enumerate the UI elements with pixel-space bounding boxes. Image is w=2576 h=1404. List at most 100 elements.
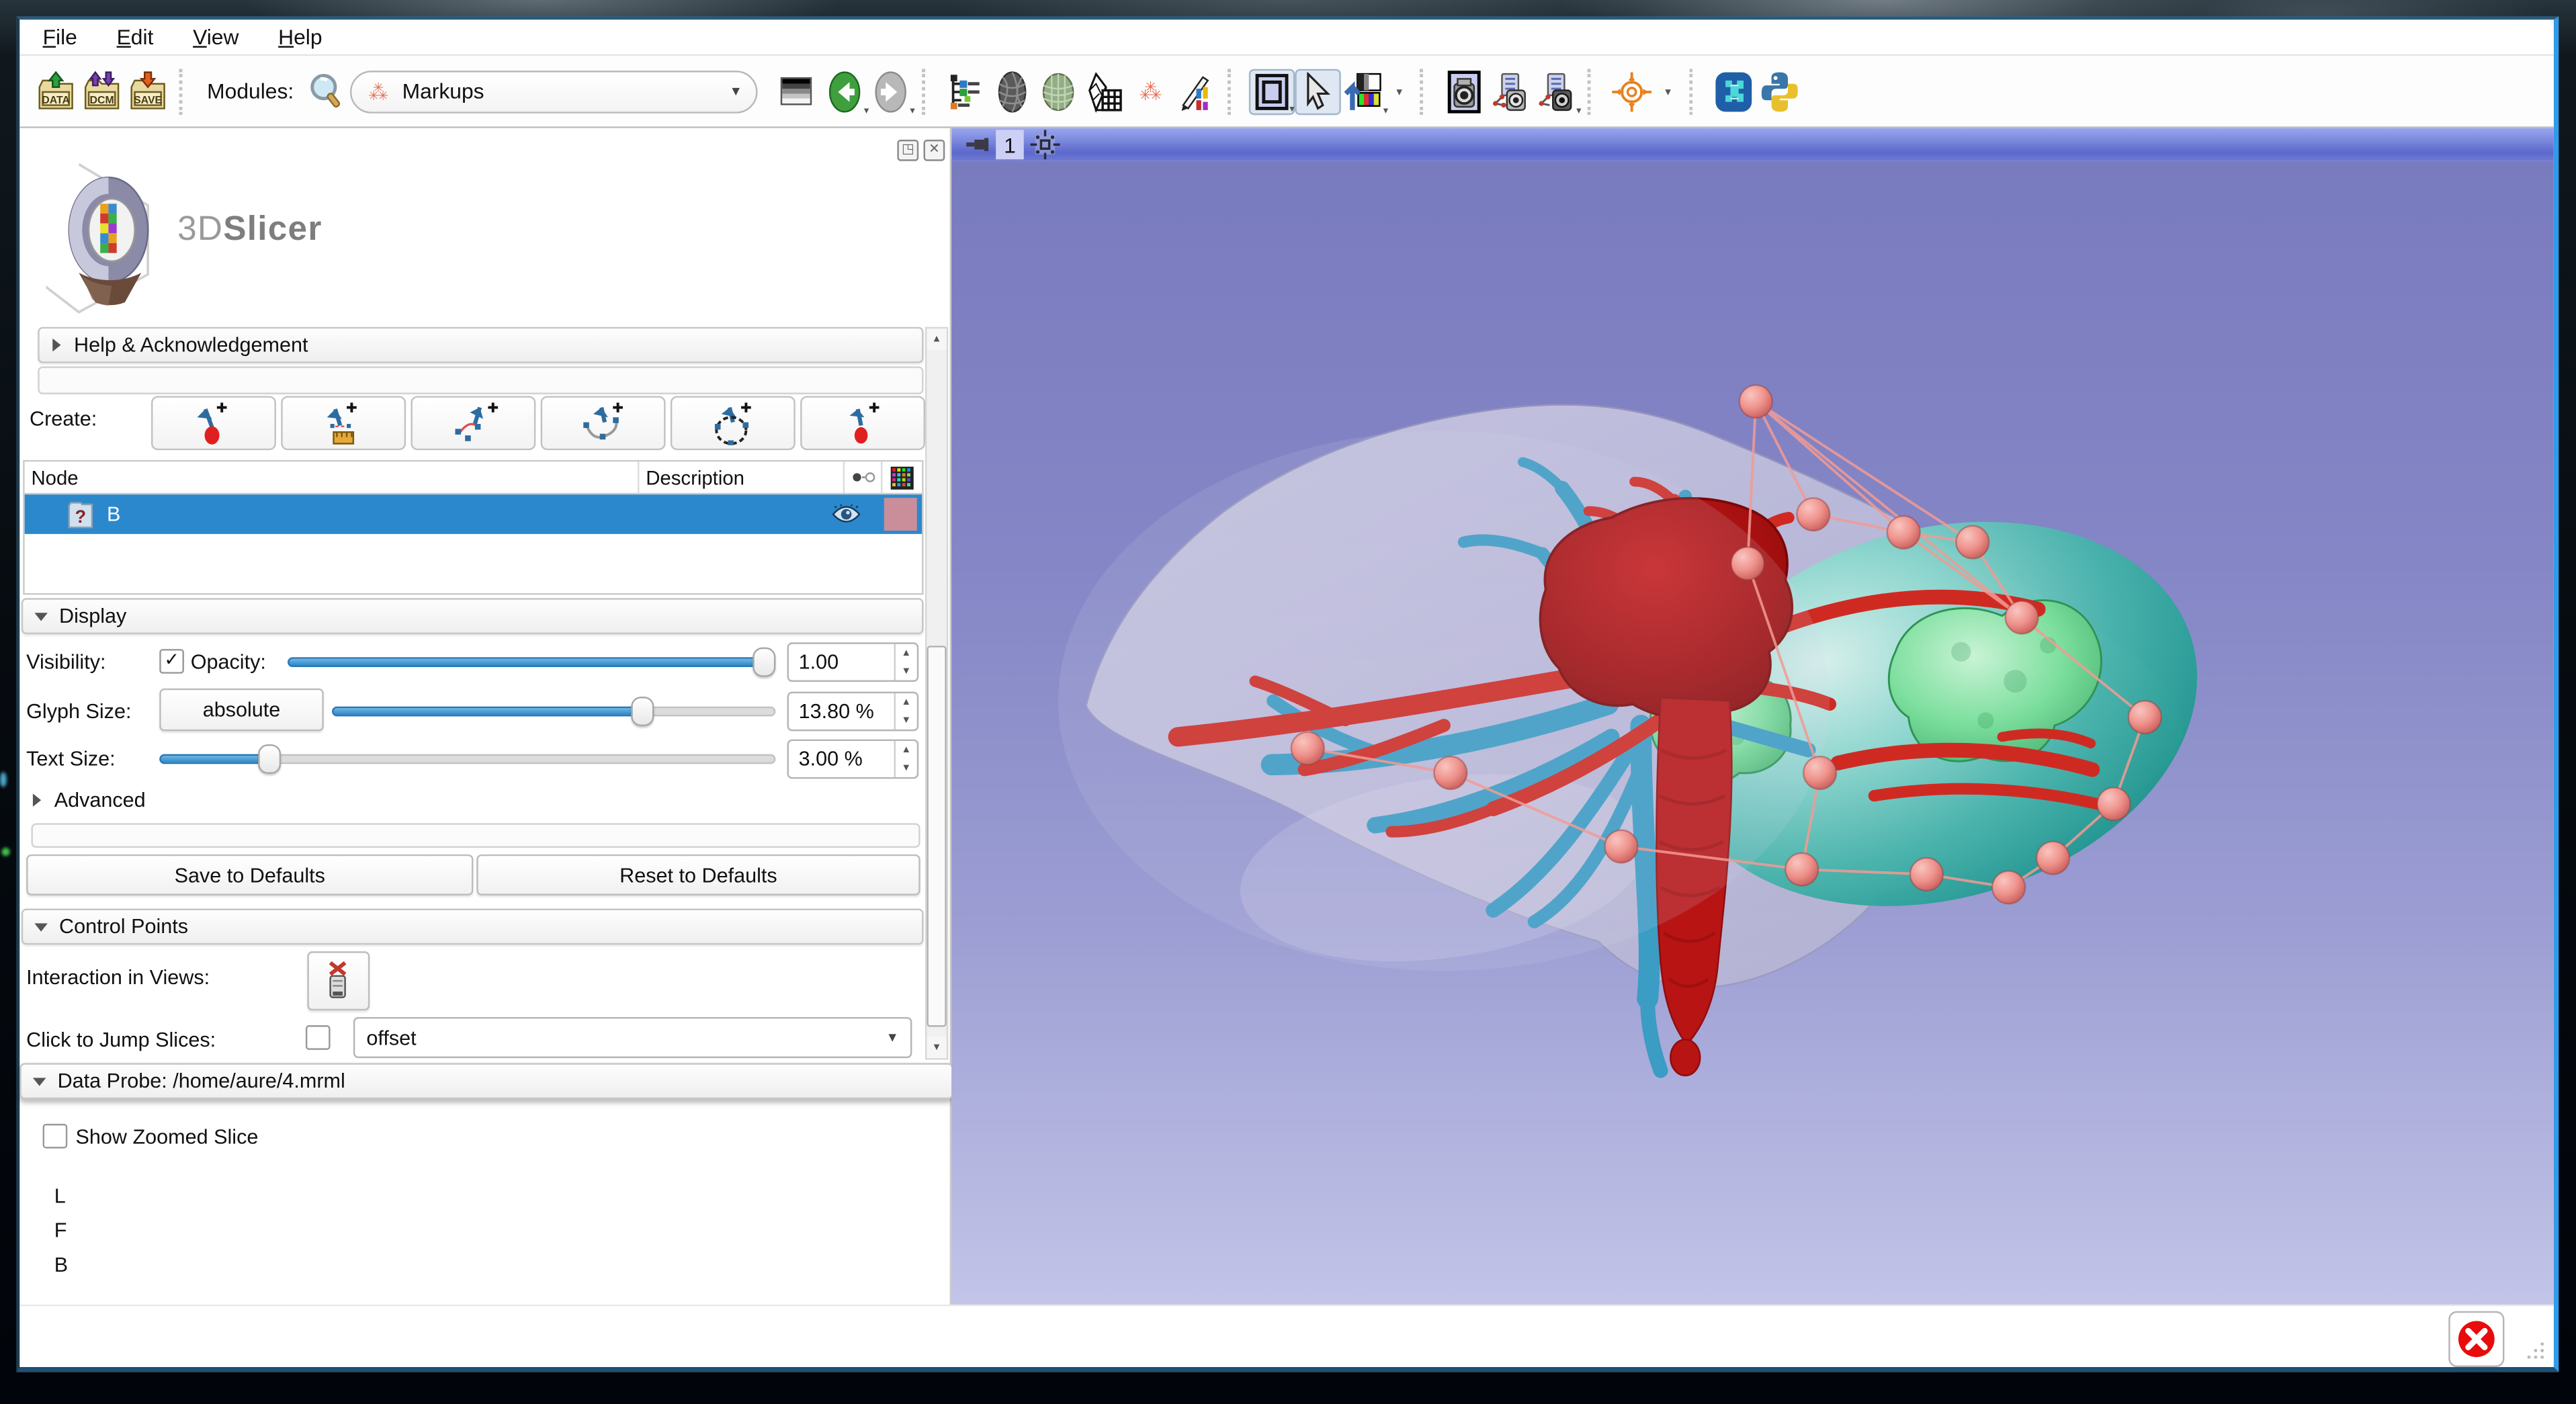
spin-up-icon[interactable]: ▲ <box>896 693 917 711</box>
create-point-list-button[interactable] <box>151 396 276 450</box>
pin-icon[interactable] <box>966 135 989 155</box>
show-zoomed-slice-checkbox[interactable] <box>43 1124 68 1149</box>
view-options-icon[interactable] <box>1031 130 1060 159</box>
glyph-size-slider[interactable] <box>332 697 775 723</box>
interaction-toggle-button[interactable] <box>307 951 370 1010</box>
control-point[interactable] <box>1605 830 1638 863</box>
load-data-button[interactable]: DATA <box>33 69 79 114</box>
spin-down-icon[interactable]: ▼ <box>896 759 917 777</box>
control-point[interactable] <box>1740 385 1772 418</box>
node-row-selected[interactable]: ? B <box>25 494 922 534</box>
help-acknowledgement-header[interactable]: Help & Acknowledgement <box>38 327 923 363</box>
subject-hierarchy-button[interactable] <box>943 69 988 114</box>
control-point[interactable] <box>1956 526 1989 559</box>
visibility-eye-icon[interactable] <box>832 504 861 524</box>
control-point[interactable] <box>1731 547 1764 580</box>
text-size-spinbox[interactable]: 3.00 % ▲▼ <box>787 740 919 779</box>
create-angle-button[interactable] <box>411 396 535 450</box>
mouse-interaction-button[interactable] <box>1295 69 1340 114</box>
opacity-slider-thumb[interactable] <box>753 648 775 677</box>
spin-up-icon[interactable]: ▲ <box>896 741 917 759</box>
control-point[interactable] <box>1992 871 2025 904</box>
control-point[interactable] <box>1291 732 1324 765</box>
text-size-slider-thumb[interactable] <box>258 744 281 774</box>
window-level-icon[interactable] <box>780 77 811 105</box>
create-line-button[interactable] <box>281 396 406 450</box>
crosshair-button[interactable] <box>1609 69 1655 114</box>
node-table-header[interactable]: Node Description <box>25 462 922 494</box>
advanced-section-header[interactable]: Advanced <box>33 789 146 811</box>
menu-edit[interactable]: Edit <box>117 25 154 50</box>
scene-view-arrow-icon[interactable]: ▾ <box>1576 104 1581 116</box>
control-points-section-header[interactable]: Control Points <box>22 909 924 945</box>
data-probe-section-header[interactable]: Data Probe: /home/aure/4.mrml <box>19 1063 953 1099</box>
click-to-jump-checkbox[interactable] <box>306 1025 331 1050</box>
glyph-size-spinbox[interactable]: 13.80 % ▲▼ <box>787 692 919 732</box>
navigate-forward-button[interactable]: ▾ <box>867 69 913 114</box>
scene-view-capture-button[interactable] <box>1488 69 1533 114</box>
navigate-back-button[interactable]: ▾ <box>821 69 867 114</box>
annotations-button[interactable] <box>1173 69 1219 114</box>
screenshot-button[interactable] <box>1442 69 1488 114</box>
scene-view-menu-button[interactable]: ▾ <box>1534 69 1580 114</box>
python-console-button[interactable] <box>1756 69 1802 114</box>
create-open-curve-button[interactable] <box>541 396 666 450</box>
extra-dropdown-arrow-icon[interactable]: ▾ <box>1396 85 1402 98</box>
panel-scrollbar[interactable]: ▲ ▼ <box>925 327 948 1060</box>
spin-down-icon[interactable]: ▼ <box>896 662 917 681</box>
text-size-slider[interactable] <box>159 744 775 771</box>
control-point[interactable] <box>1797 498 1830 531</box>
crosshair-arrow-icon[interactable]: ▾ <box>1665 85 1671 98</box>
view-tab-label[interactable]: 1 <box>996 130 1024 159</box>
glyph-size-slider-thumb[interactable] <box>631 697 654 726</box>
load-dicom-button[interactable]: DCM <box>79 69 124 114</box>
scrollbar-down-icon[interactable]: ▼ <box>927 1037 946 1058</box>
layout-selector-button[interactable]: ▾ <box>1248 69 1294 114</box>
spin-up-icon[interactable]: ▲ <box>896 644 917 662</box>
module-selector-combo[interactable]: ✳✳✳ Markups ▼ <box>349 70 757 113</box>
viewer-colors-button[interactable]: ▾ <box>1340 69 1386 114</box>
control-point[interactable] <box>2036 842 2069 875</box>
create-point-button[interactable] <box>800 396 925 450</box>
control-point[interactable] <box>1887 516 1920 549</box>
layout-menu-arrow-icon[interactable]: ▾ <box>1289 103 1294 114</box>
menu-view[interactable]: View <box>193 25 239 50</box>
resize-grip[interactable] <box>2524 1339 2547 1362</box>
green-volume-button[interactable] <box>1035 69 1080 114</box>
control-point[interactable] <box>2006 601 2038 634</box>
save-button[interactable]: SAVE <box>125 69 171 114</box>
control-point[interactable] <box>2098 787 2131 820</box>
volume-rendering-button[interactable] <box>989 69 1035 114</box>
control-point[interactable] <box>2129 701 2161 734</box>
reset-to-defaults-button[interactable]: Reset to Defaults <box>476 854 920 895</box>
forward-menu-arrow-icon[interactable]: ▾ <box>910 104 914 116</box>
panel-close-icon[interactable]: ✕ <box>924 140 945 161</box>
opacity-spinbox[interactable]: 1.00 ▲▼ <box>787 642 919 682</box>
menu-file[interactable]: File <box>43 25 77 50</box>
scrollbar-up-icon[interactable]: ▲ <box>927 328 946 350</box>
error-log-button[interactable] <box>2448 1311 2504 1367</box>
menu-help[interactable]: Help <box>278 25 322 50</box>
create-closed-curve-button[interactable] <box>671 396 796 450</box>
panel-float-icon[interactable]: ◳ <box>897 140 918 161</box>
display-section-header[interactable]: Display <box>22 598 924 634</box>
node-color-swatch[interactable] <box>884 498 917 531</box>
threed-viewport[interactable] <box>951 161 2554 1305</box>
viewer-colors-arrow-icon[interactable]: ▾ <box>1383 104 1388 116</box>
glyph-mode-button[interactable]: absolute <box>159 689 324 732</box>
control-point[interactable] <box>1785 853 1818 886</box>
control-point[interactable] <box>1434 756 1467 789</box>
3d-scene[interactable] <box>951 161 2554 1305</box>
control-point[interactable] <box>1910 858 1943 891</box>
opacity-slider[interactable] <box>288 648 775 674</box>
spin-down-icon[interactable]: ▼ <box>896 711 917 730</box>
module-search-button[interactable] <box>304 69 349 114</box>
models-mesh-button[interactable] <box>1081 69 1127 114</box>
markups-toolbar-button[interactable]: ✳✳✳ <box>1127 69 1172 114</box>
jump-mode-dropdown[interactable]: offset ▼ <box>353 1017 912 1058</box>
control-point[interactable] <box>1803 756 1836 789</box>
visibility-checkbox[interactable]: ✓ <box>159 649 184 674</box>
scrollbar-handle[interactable] <box>927 646 946 1026</box>
extensions-manager-button[interactable] <box>1711 69 1756 114</box>
save-to-defaults-button[interactable]: Save to Defaults <box>26 854 473 895</box>
